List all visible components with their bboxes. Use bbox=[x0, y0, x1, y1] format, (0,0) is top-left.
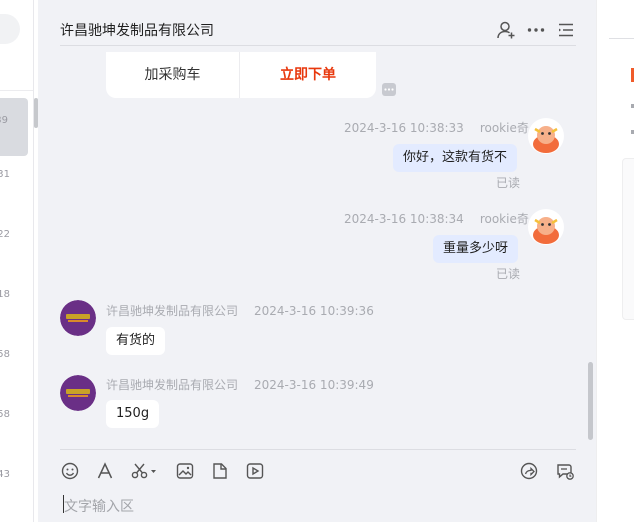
message-sender: rookie奇 bbox=[479, 212, 529, 226]
product-card: 加采购车 立即下单 bbox=[106, 52, 376, 98]
conversation-item[interactable]: 18 bbox=[0, 272, 28, 330]
message-sender: rookie奇 bbox=[479, 121, 529, 135]
avatar[interactable] bbox=[528, 118, 564, 154]
conversation-item[interactable]: 22 bbox=[0, 212, 28, 270]
emoji-icon[interactable] bbox=[60, 461, 80, 481]
message-bubble: 有货的 bbox=[106, 327, 166, 355]
quick-reply-icon[interactable] bbox=[555, 461, 575, 481]
message-meta: 许昌驰坤发制品有限公司 2024-3-16 10:39:49 bbox=[106, 376, 374, 393]
conversation-count: 58 bbox=[0, 349, 10, 360]
avatar[interactable] bbox=[60, 375, 96, 411]
menu-icon[interactable] bbox=[556, 20, 576, 40]
image-icon[interactable] bbox=[175, 461, 195, 481]
read-status: 已读 bbox=[496, 267, 521, 281]
conversation-count: 58 bbox=[0, 409, 10, 420]
conversation-item[interactable]: 58 bbox=[0, 392, 28, 450]
conversation-item[interactable]: 43 bbox=[0, 452, 28, 510]
message-timestamp: 2024-3-16 10:38:33 bbox=[344, 121, 464, 135]
panel-tab-underline bbox=[609, 38, 634, 39]
message-timestamp: 2024-3-16 10:39:36 bbox=[254, 304, 374, 318]
conversation-item[interactable]: 39 bbox=[0, 98, 28, 156]
font-icon[interactable] bbox=[95, 461, 115, 481]
message-sender: 许昌驰坤发制品有限公司 bbox=[106, 378, 239, 392]
conversation-item[interactable]: 58 bbox=[0, 332, 28, 390]
chat-title: 许昌驰坤发制品有限公司 bbox=[60, 23, 214, 39]
video-icon[interactable] bbox=[245, 461, 265, 481]
avatar[interactable] bbox=[528, 209, 564, 245]
conversation-item[interactable]: 31 bbox=[0, 152, 28, 210]
message-sender: 许昌驰坤发制品有限公司 bbox=[106, 304, 239, 318]
detail-panel bbox=[596, 0, 634, 522]
buy-now-button[interactable]: 立即下单 bbox=[241, 52, 375, 98]
chat-panel: 许昌驰坤发制品有限公司 加采购车 立即下单 2024-3-16 10:38:33… bbox=[38, 0, 596, 522]
message-timestamp: 2024-3-16 10:39:49 bbox=[254, 378, 374, 392]
message-bubble: 重量多少呀 bbox=[433, 235, 519, 263]
share-icon[interactable] bbox=[519, 461, 539, 481]
conversation-count: 31 bbox=[0, 169, 10, 180]
conversation-count: 22 bbox=[0, 229, 10, 240]
conversation-search[interactable] bbox=[0, 14, 20, 44]
conversation-count: 18 bbox=[0, 289, 10, 300]
scissors-icon[interactable] bbox=[130, 461, 158, 481]
add-to-cart-button[interactable]: 加采购车 bbox=[106, 52, 240, 98]
chat-header: 许昌驰坤发制品有限公司 bbox=[60, 0, 576, 46]
message-more-icon[interactable] bbox=[382, 83, 396, 96]
message-input[interactable]: 文字输入区 bbox=[64, 496, 134, 516]
message-timestamp: 2024-3-16 10:38:34 bbox=[344, 212, 464, 226]
more-icon[interactable] bbox=[526, 20, 546, 40]
read-status: 已读 bbox=[496, 176, 521, 190]
panel-box bbox=[622, 158, 634, 320]
message-meta: 2024-3-16 10:38:33 rookie奇 bbox=[344, 119, 529, 136]
avatar[interactable] bbox=[60, 300, 96, 336]
conversation-count: 43 bbox=[0, 469, 10, 480]
chat-scrollbar[interactable] bbox=[588, 362, 593, 440]
message-meta: 2024-3-16 10:38:34 rookie奇 bbox=[344, 210, 529, 227]
message-bubble: 你好，这款有货不 bbox=[393, 144, 518, 172]
chat-window: 39 31 22 18 58 58 43 许昌驰坤发制品有限公司 加采购车 立即… bbox=[0, 0, 634, 522]
message-bubble: 150g bbox=[106, 400, 160, 428]
add-user-icon[interactable] bbox=[496, 20, 516, 40]
conversation-list: 39 31 22 18 58 58 43 bbox=[0, 0, 34, 522]
conversation-count: 39 bbox=[0, 115, 8, 126]
composer-divider bbox=[60, 449, 576, 450]
list-divider bbox=[0, 90, 33, 91]
message-meta: 许昌驰坤发制品有限公司 2024-3-16 10:39:36 bbox=[106, 302, 374, 319]
file-icon[interactable] bbox=[210, 461, 230, 481]
